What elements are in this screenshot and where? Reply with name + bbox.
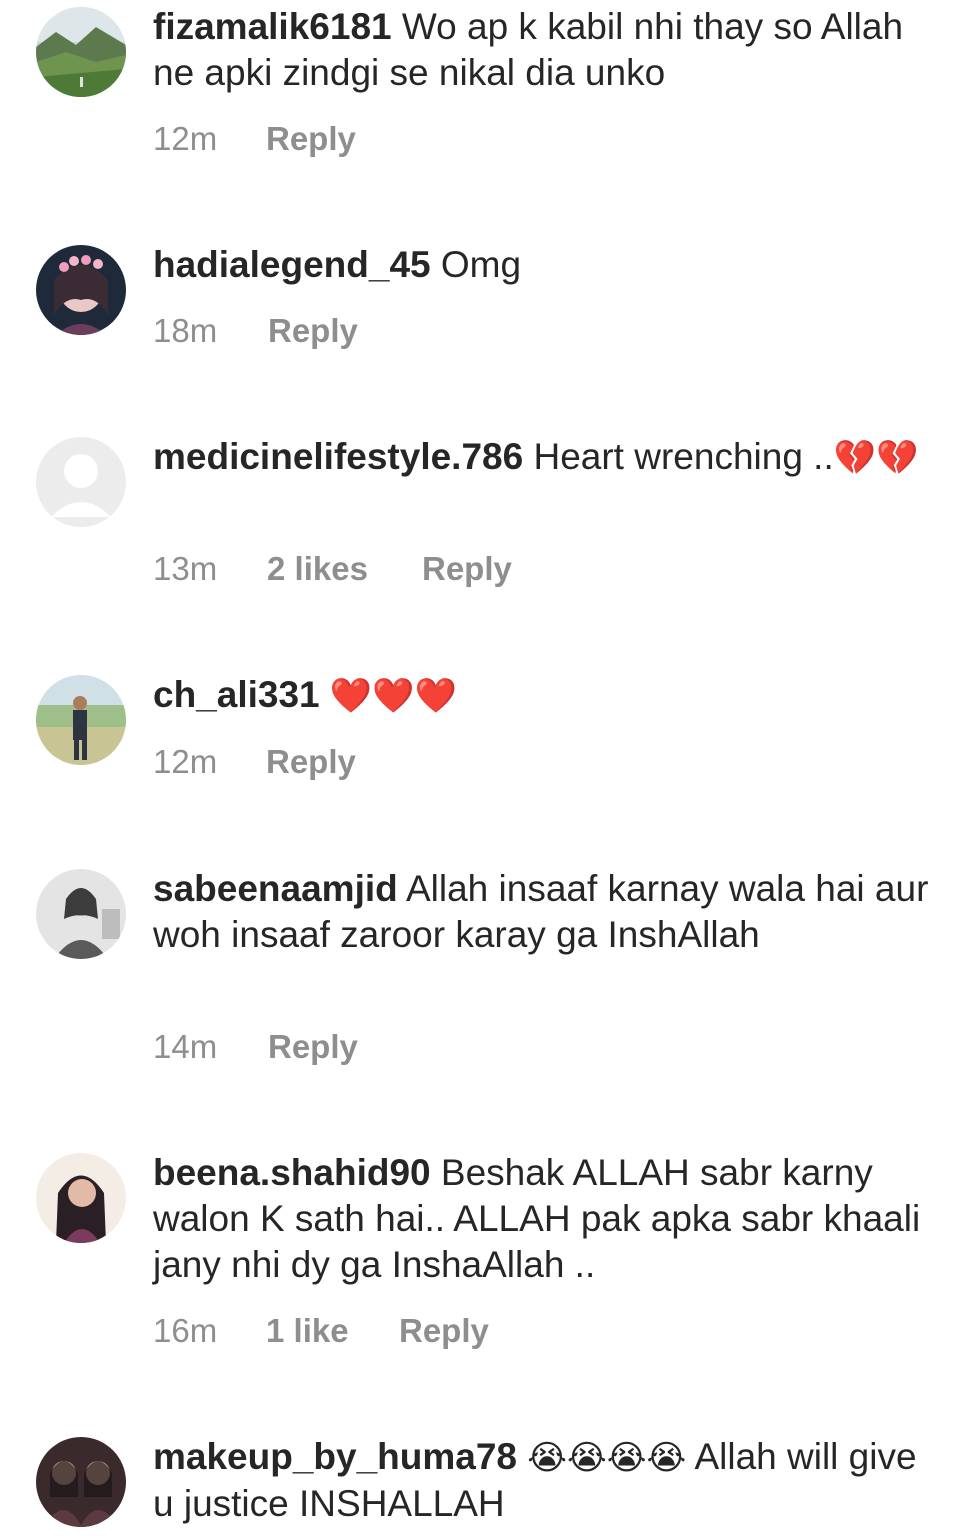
reply-button[interactable]: Reply [268, 1028, 358, 1066]
comment-text: hadialegend_45 Omg [153, 242, 933, 288]
comment-time: 18m [153, 312, 218, 349]
comment-text: medicinelifestyle.786 Heart wrenching ..… [153, 434, 933, 481]
likes-count[interactable]: 1 like [266, 1312, 349, 1350]
avatar[interactable] [36, 869, 126, 959]
comment-username[interactable]: makeup_by_huma78 [153, 1436, 517, 1477]
comment-time: 13m [153, 550, 218, 587]
avatar[interactable] [36, 245, 126, 335]
comment-text: ch_ali331 ❤️❤️❤️ [153, 672, 933, 719]
broken-heart-emoji: 💔💔 [833, 439, 919, 477]
avatar-group-photo-image [36, 1437, 126, 1527]
comment-username[interactable]: sabeenaamjid [153, 868, 398, 909]
comment-text: makeup_by_huma78 😭😭😭😭 Allah will give u … [153, 1434, 933, 1527]
comment-text: beena.shahid90 Beshak ALLAH sabr karny w… [153, 1150, 933, 1288]
avatar-portrait-image [36, 1153, 126, 1243]
avatar[interactable] [36, 1437, 126, 1527]
avatar-person-outdoor-image [36, 675, 126, 765]
likes-count[interactable]: 2 likes [267, 550, 368, 588]
comment-username[interactable]: beena.shahid90 [153, 1152, 431, 1193]
avatar-landscape-image [36, 7, 126, 97]
avatar[interactable] [36, 7, 126, 97]
comment-username[interactable]: hadialegend_45 [153, 244, 431, 285]
reply-button[interactable]: Reply [266, 120, 356, 158]
comment-text: fizamalik6181 Wo ap k kabil nhi thay so … [153, 4, 933, 96]
crying-face-emoji: 😭😭😭😭 [527, 1439, 687, 1477]
avatar-portrait-grayscale-image [36, 869, 126, 959]
reply-button[interactable]: Reply [266, 743, 356, 781]
reply-button[interactable]: Reply [268, 312, 358, 350]
default-avatar-icon [36, 437, 126, 527]
comment-username[interactable]: medicinelifestyle.786 [153, 436, 523, 477]
comment-body: Heart wrenching .. [533, 436, 834, 477]
comment-username[interactable]: ch_ali331 [153, 674, 320, 715]
avatar-portrait-image [36, 245, 126, 335]
comment-time: 12m [153, 120, 218, 157]
comment-text: sabeenaamjid Allah insaaf karnay wala ha… [153, 866, 933, 958]
avatar[interactable] [36, 1153, 126, 1243]
comment-time: 12m [153, 743, 218, 780]
avatar[interactable] [36, 675, 126, 765]
comment-time: 16m [153, 1312, 218, 1349]
comment-time: 14m [153, 1028, 218, 1065]
reply-button[interactable]: Reply [399, 1312, 489, 1350]
comment-body: Omg [440, 244, 522, 285]
red-heart-emoji: ❤️❤️❤️ [329, 677, 457, 715]
avatar[interactable] [36, 437, 126, 527]
reply-button[interactable]: Reply [422, 550, 512, 588]
comment-username[interactable]: fizamalik6181 [153, 6, 392, 47]
